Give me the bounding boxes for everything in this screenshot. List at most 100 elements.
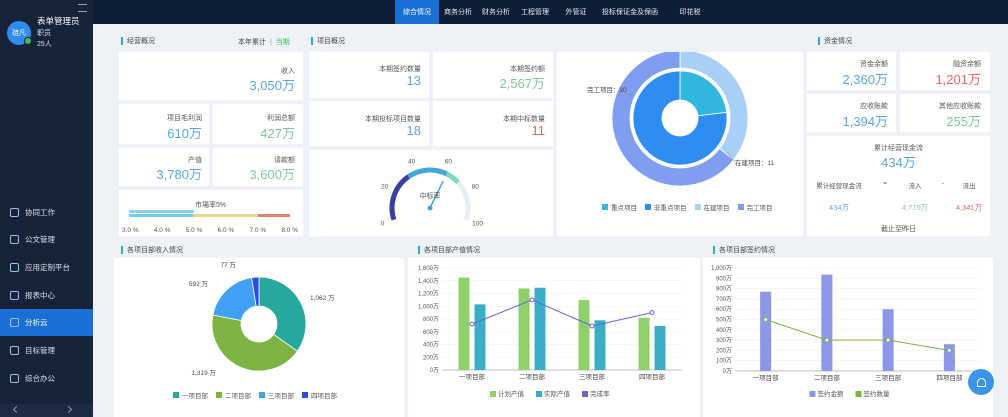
output-bar-chart: 0万 200万 400万 600万 800万 1,000万 1,200万 1,400万 1,60… <box>418 265 682 398</box>
section-project: 项目概况 <box>311 36 345 46</box>
y-tick: 0万 <box>430 367 439 374</box>
legend-swatch <box>582 391 588 397</box>
sidebar-item-4[interactable]: 分析云 <box>0 309 93 336</box>
sign-bar-chart: 0万 100万 200万 300万 400万 500万 600万 700万 800万 900万 1,… <box>711 265 980 398</box>
legend-label: 完成率 <box>590 389 610 398</box>
tab-2[interactable]: 财务分析 <box>478 0 514 24</box>
market-bar-low <box>129 214 194 217</box>
section-title: 资金情况 <box>824 38 852 45</box>
project-donut-legend: 重点项目 非重点项目 在建项目 完工项目 <box>602 202 773 212</box>
gauge-tick: 20 <box>381 184 389 191</box>
profit-value: 427万 <box>260 126 295 141</box>
sidebar-item-label: 公文管理 <box>25 235 55 244</box>
loan-label: 融资余额 <box>953 61 981 68</box>
y-tick: 0万 <box>723 368 732 375</box>
report-icon <box>10 291 19 300</box>
income-label: 1,319 万 <box>191 369 216 377</box>
legend-item[interactable]: 在建项目 <box>694 202 730 212</box>
sidebar-item-3[interactable]: 报表中心 <box>0 282 93 309</box>
tab-5[interactable]: 投标保证金及保函 <box>599 0 661 24</box>
x-tick: 一项目部 <box>753 373 780 382</box>
legend-swatch <box>216 392 222 398</box>
y-tick: 500万 <box>716 317 732 324</box>
line-point <box>589 323 595 329</box>
y-tick: 800万 <box>423 316 439 323</box>
section-marker <box>418 246 420 254</box>
tab-6[interactable]: 印花税 <box>673 0 707 24</box>
toggle-cumulative[interactable]: 本年累计 <box>238 39 266 46</box>
bar-1 <box>594 320 606 370</box>
y-tick: 100万 <box>716 358 732 365</box>
y-tick: 200万 <box>423 354 439 361</box>
gauge-tick: 100 <box>472 220 483 227</box>
legend-swatch <box>302 392 308 398</box>
toggle-sep: | <box>269 39 272 46</box>
sidebar-item-0[interactable]: 协同工作 <box>0 199 93 226</box>
legend-item[interactable]: 重点项目 <box>602 202 637 212</box>
bar-0 <box>638 317 650 370</box>
section-marker <box>121 246 123 254</box>
legend-label: 签约数量 <box>864 389 891 398</box>
notification-button[interactable] <box>968 369 994 395</box>
sidebar-item-5[interactable]: 目标管理 <box>0 337 93 364</box>
share-icon <box>10 208 19 217</box>
tab-3[interactable]: 工程管理 <box>515 0 555 24</box>
loan-value: 1,201万 <box>935 72 981 87</box>
sidebar-item-2[interactable]: 应用定制平台 <box>0 254 93 281</box>
legend-swatch <box>536 391 542 397</box>
x-tick: 三项目部 <box>875 373 902 382</box>
y-tick: 400万 <box>423 342 439 349</box>
x-tick: 二项目部 <box>519 372 546 381</box>
legend-item[interactable]: 非重点项目 <box>645 202 687 212</box>
formula-term: = <box>883 180 887 187</box>
y-tick: 700万 <box>716 296 732 303</box>
market-bar-high <box>257 214 291 217</box>
legend-label: 在建项目 <box>703 205 730 212</box>
toggle-period[interactable]: 当期 <box>276 39 290 46</box>
section-sign-chart: 各项目部签约情况 <box>713 245 775 255</box>
tab-4[interactable]: 外管证 <box>559 0 593 24</box>
x-tick: 二项目部 <box>814 373 841 382</box>
balance-label: 资金余额 <box>860 61 888 68</box>
tab-0[interactable]: 综合情况 <box>395 0 439 24</box>
monitor-icon <box>10 318 19 327</box>
donut-hole <box>662 100 698 136</box>
legend-item[interactable]: 三项目部 <box>259 390 294 400</box>
y-tick: 1,200万 <box>418 291 439 298</box>
y-tick: 1,600万 <box>418 265 439 272</box>
legend-item[interactable]: 完工项目 <box>737 202 773 212</box>
section-income-chart: 各项目部收入情况 <box>121 245 183 255</box>
menu-toggle-icon[interactable] <box>78 4 87 12</box>
y-tick: 1,400万 <box>418 278 439 285</box>
sidebar-item-6[interactable]: 综合办公 <box>0 365 93 392</box>
x-tick: 四项目部 <box>936 373 963 382</box>
user-icon <box>10 235 19 244</box>
formula-value: 4,341万 <box>955 203 983 212</box>
sidebar-item-label: 应用定制平台 <box>25 263 70 272</box>
legend-item[interactable]: 二项目部 <box>216 390 251 400</box>
y-tick: 800万 <box>716 286 732 293</box>
line-point <box>649 310 655 316</box>
tab-1[interactable]: 商务分析 <box>440 0 476 24</box>
line-point <box>946 347 952 353</box>
bar-0 <box>518 288 530 370</box>
legend-swatch <box>645 204 651 210</box>
legend-item[interactable]: 四项目部 <box>302 390 337 400</box>
receivable-value: 1,394万 <box>842 114 888 129</box>
market-tick: 5.0 % <box>185 227 203 234</box>
gauge-tick: 60 <box>445 159 453 166</box>
gauge-arc <box>389 174 411 221</box>
legend-label: 三项目部 <box>268 393 294 400</box>
claim-value: 3,600万 <box>249 167 295 182</box>
market-label: 市場率5% <box>195 202 227 209</box>
sidebar-item-1[interactable]: 公文管理 <box>0 226 93 253</box>
line-point <box>885 337 891 343</box>
donut-hole <box>241 306 277 342</box>
org-name: 表单管理员 <box>37 16 80 26</box>
legend-item[interactable]: 一项目部 <box>173 390 208 400</box>
legend-label: 非重点项目 <box>654 205 687 212</box>
legend-label: 一项目部 <box>182 393 208 400</box>
y-tick: 600万 <box>423 329 439 336</box>
bar-0 <box>578 299 590 370</box>
target-icon <box>10 346 19 355</box>
